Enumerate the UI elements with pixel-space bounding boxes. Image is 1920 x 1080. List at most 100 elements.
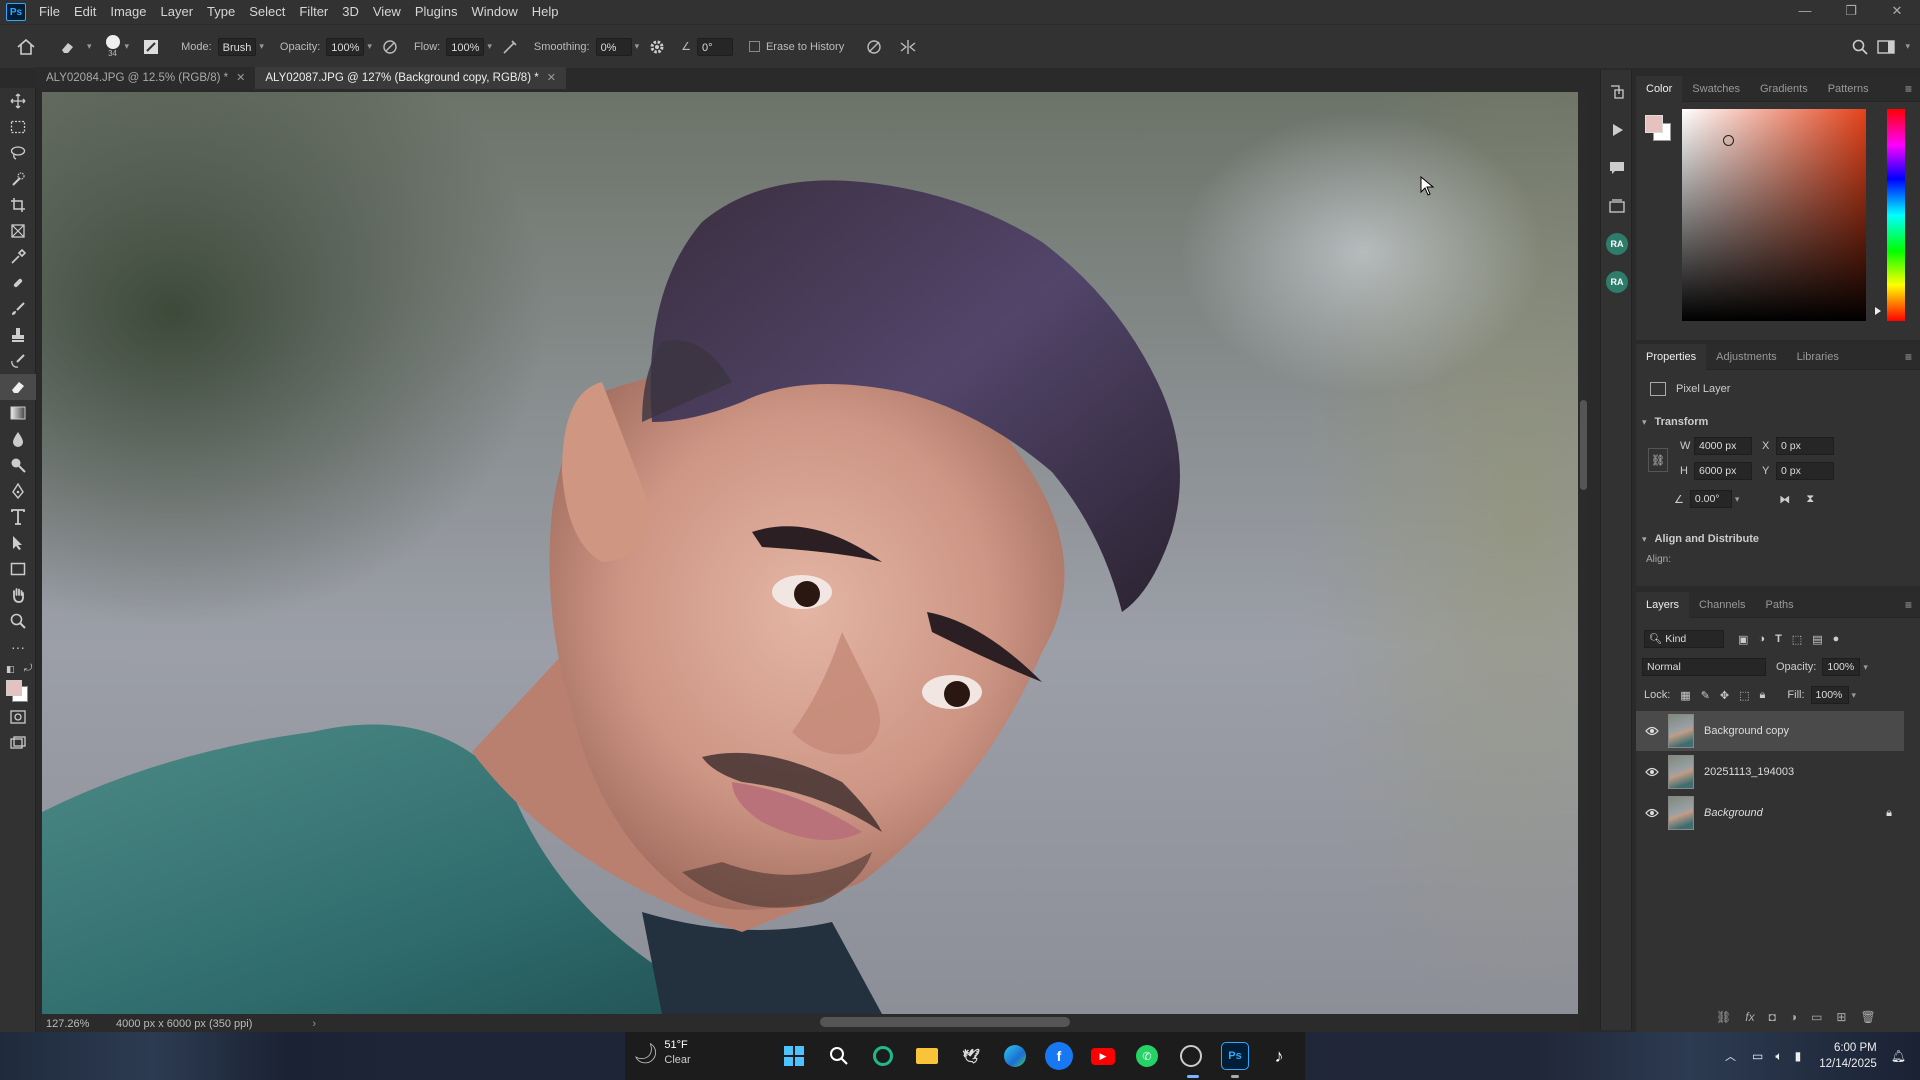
menu-edit[interactable]: Edit: [67, 0, 103, 24]
gear-icon[interactable]: [647, 37, 667, 57]
chevron-down-icon[interactable]: ▾: [1905, 41, 1910, 52]
symmetry-icon[interactable]: [898, 37, 918, 57]
menu-file[interactable]: File: [32, 0, 67, 24]
horizontal-scrollbar-thumb[interactable]: [820, 1017, 1070, 1027]
menu-type[interactable]: Type: [200, 0, 242, 24]
app-bird-icon[interactable]: 🕊︎: [957, 1042, 985, 1070]
pen-tool-icon[interactable]: [0, 478, 36, 504]
eye-icon[interactable]: [1636, 808, 1668, 818]
network-icon[interactable]: ▭: [1752, 1049, 1763, 1063]
healing-brush-tool-icon[interactable]: [0, 270, 36, 296]
chevron-down-icon[interactable]: ▾: [635, 41, 640, 52]
menu-help[interactable]: Help: [525, 0, 566, 24]
comments-icon[interactable]: [1601, 152, 1633, 184]
whatsapp-icon[interactable]: ✆: [1133, 1042, 1161, 1070]
tab-gradients[interactable]: Gradients: [1750, 76, 1818, 102]
chevron-right-icon[interactable]: ›: [312, 1018, 316, 1030]
blur-tool-icon[interactable]: [0, 426, 36, 452]
tab-patterns[interactable]: Patterns: [1818, 76, 1879, 102]
menu-plugins[interactable]: Plugins: [408, 0, 465, 24]
menu-select[interactable]: Select: [242, 0, 292, 24]
airbrush-icon[interactable]: [500, 37, 520, 57]
eyedropper-tool-icon[interactable]: [0, 244, 36, 270]
foreground-color-chip[interactable]: [1645, 115, 1663, 133]
flow-field[interactable]: 100%: [446, 37, 485, 56]
screen-mode-icon[interactable]: [0, 730, 36, 756]
workspace-icon[interactable]: [1876, 37, 1896, 57]
add-mask-icon[interactable]: ◘: [1769, 1010, 1776, 1024]
swap-colors-icon[interactable]: ⤾: [24, 663, 32, 674]
path-selection-tool-icon[interactable]: [0, 530, 36, 556]
align-section-title[interactable]: Align and Distribute: [1655, 533, 1760, 545]
angle-field[interactable]: 0°: [696, 37, 733, 56]
menu-window[interactable]: Window: [464, 0, 524, 24]
marquee-tool-icon[interactable]: [0, 114, 36, 140]
layer-name[interactable]: 20251113_194003: [1704, 766, 1794, 778]
new-group-icon[interactable]: ▭: [1811, 1010, 1822, 1024]
chevron-down-icon[interactable]: ▾: [1852, 690, 1857, 701]
eraser-tool-preset-icon[interactable]: [58, 37, 78, 57]
panel-menu-icon[interactable]: ≡: [1905, 598, 1912, 612]
restore-icon[interactable]: ❐: [1828, 0, 1874, 24]
x-field[interactable]: 0 px: [1776, 437, 1834, 455]
blend-mode-select[interactable]: Normal: [1642, 658, 1766, 676]
layer-row-background-copy[interactable]: Background copy: [1636, 711, 1904, 751]
chevron-up-icon[interactable]: ︿: [1725, 1048, 1736, 1064]
edge-browser-icon[interactable]: [1001, 1042, 1029, 1070]
youtube-icon[interactable]: ▶: [1089, 1042, 1117, 1070]
vertical-scrollbar[interactable]: [1578, 92, 1588, 1014]
new-layer-icon[interactable]: ⊞: [1836, 1010, 1846, 1024]
lasso-tool-icon[interactable]: [0, 140, 36, 166]
tab-paths[interactable]: Paths: [1756, 592, 1804, 618]
y-field[interactable]: 0 px: [1776, 462, 1834, 480]
volume-icon[interactable]: 🔈︎: [1775, 1049, 1782, 1064]
eye-icon[interactable]: [1636, 726, 1668, 736]
libraries-icon[interactable]: [1601, 190, 1633, 222]
tab-properties[interactable]: Properties: [1636, 343, 1707, 370]
erase-history-checkbox[interactable]: [748, 41, 760, 52]
frame-tool-icon[interactable]: [0, 218, 36, 244]
hue-slider[interactable]: [1887, 109, 1905, 321]
tab-aly02087[interactable]: ALY02087.JPG @ 127% (Background copy, RG…: [255, 67, 566, 89]
close-icon[interactable]: ✕: [1874, 0, 1920, 24]
history-panel-icon[interactable]: [1601, 76, 1633, 108]
clock-date[interactable]: 12/14/2025: [1819, 1056, 1877, 1072]
type-tool-icon[interactable]: [0, 504, 36, 530]
vertical-scrollbar-thumb[interactable]: [1580, 400, 1587, 490]
retouch-plugin-icon[interactable]: RA: [1601, 228, 1633, 260]
transform-section-title[interactable]: Transform: [1655, 416, 1709, 428]
filter-smart-object-icon[interactable]: ▤: [1812, 633, 1822, 646]
photoshop-taskbar-icon[interactable]: Ps: [1221, 1042, 1249, 1070]
rectangle-tool-icon[interactable]: [0, 556, 36, 582]
brush-preset-picker[interactable]: 34: [105, 35, 120, 58]
tab-adjustments[interactable]: Adjustments: [1706, 344, 1787, 370]
pressure-size-icon[interactable]: [864, 37, 884, 57]
layer-row-background[interactable]: Background 🔒︎: [1636, 793, 1904, 833]
chevron-down-icon[interactable]: ▾: [367, 41, 372, 52]
chevron-down-icon[interactable]: ▾: [487, 41, 492, 52]
tab-swatches[interactable]: Swatches: [1682, 76, 1750, 102]
windows-start-icon[interactable]: [780, 1042, 808, 1070]
actions-play-icon[interactable]: [1601, 114, 1633, 146]
opacity-field[interactable]: 100%: [326, 37, 365, 56]
menu-image[interactable]: Image: [103, 0, 153, 24]
saturation-brightness-field[interactable]: [1682, 109, 1866, 321]
move-tool-icon[interactable]: [0, 88, 36, 114]
chevron-down-icon[interactable]: ▾: [1863, 662, 1868, 673]
notification-icon[interactable]: 🔔︎: [1891, 1049, 1906, 1063]
layer-row-20251113[interactable]: 20251113_194003: [1636, 752, 1904, 792]
color-picker-cursor[interactable]: [1723, 135, 1734, 146]
menu-view[interactable]: View: [366, 0, 408, 24]
flip-horizontal-icon[interactable]: ⧓: [1779, 493, 1790, 506]
menu-3d[interactable]: 3D: [335, 0, 366, 24]
panel-menu-icon[interactable]: ≡: [1905, 350, 1912, 364]
clone-stamp-tool-icon[interactable]: [0, 322, 36, 348]
foreground-color-swatch[interactable]: [6, 680, 22, 696]
pressure-opacity-icon[interactable]: [380, 37, 400, 57]
search-icon[interactable]: [825, 1042, 853, 1070]
hue-slider-marker[interactable]: [1875, 307, 1881, 315]
trash-icon[interactable]: 🗑︎: [1860, 1010, 1875, 1024]
panel-menu-icon[interactable]: ≡: [1905, 82, 1912, 96]
chevron-down-icon[interactable]: ▾: [1642, 417, 1647, 428]
layer-opacity-field[interactable]: 100%: [1822, 658, 1861, 676]
